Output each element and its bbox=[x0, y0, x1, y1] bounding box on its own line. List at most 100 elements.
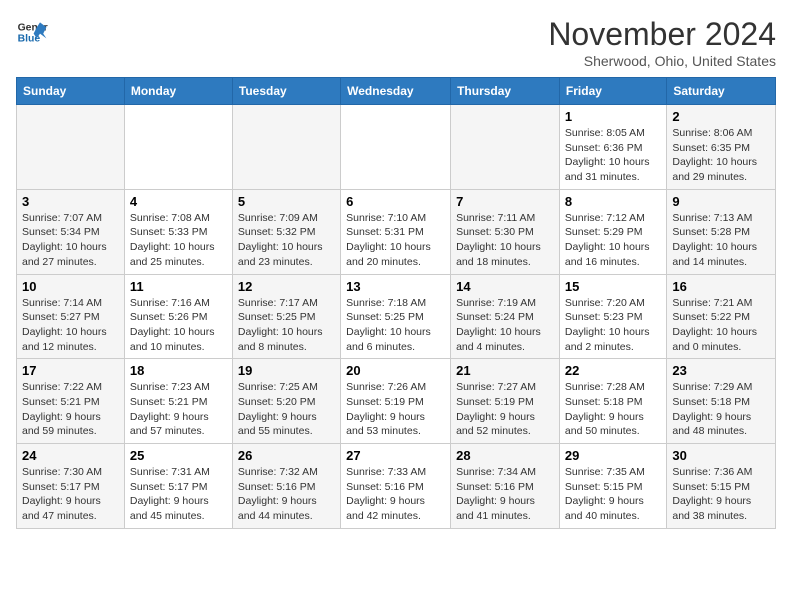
logo: General Blue bbox=[16, 16, 48, 48]
day-info: Sunrise: 7:32 AM Sunset: 5:16 PM Dayligh… bbox=[238, 465, 335, 524]
day-info: Sunrise: 7:10 AM Sunset: 5:31 PM Dayligh… bbox=[346, 211, 445, 270]
day-info: Sunrise: 7:30 AM Sunset: 5:17 PM Dayligh… bbox=[22, 465, 119, 524]
day-info: Sunrise: 7:22 AM Sunset: 5:21 PM Dayligh… bbox=[22, 380, 119, 439]
calendar-cell bbox=[341, 105, 451, 190]
calendar-cell: 2 Sunrise: 8:06 AM Sunset: 6:35 PM Daylig… bbox=[667, 105, 776, 190]
calendar-cell: 23 Sunrise: 7:29 AM Sunset: 5:18 PM Dayli… bbox=[667, 359, 776, 444]
day-number: 1 bbox=[565, 109, 661, 124]
calendar-cell bbox=[232, 105, 340, 190]
day-info: Sunrise: 7:28 AM Sunset: 5:18 PM Dayligh… bbox=[565, 380, 661, 439]
calendar-table: SundayMondayTuesdayWednesdayThursdayFrid… bbox=[16, 77, 776, 529]
day-info: Sunrise: 7:23 AM Sunset: 5:21 PM Dayligh… bbox=[130, 380, 227, 439]
day-info: Sunrise: 7:26 AM Sunset: 5:19 PM Dayligh… bbox=[346, 380, 445, 439]
day-number: 7 bbox=[456, 194, 554, 209]
day-number: 20 bbox=[346, 363, 445, 378]
calendar-cell: 9 Sunrise: 7:13 AM Sunset: 5:28 PM Daylig… bbox=[667, 189, 776, 274]
day-number: 25 bbox=[130, 448, 227, 463]
day-number: 8 bbox=[565, 194, 661, 209]
calendar-cell: 20 Sunrise: 7:26 AM Sunset: 5:19 PM Dayli… bbox=[341, 359, 451, 444]
day-info: Sunrise: 7:27 AM Sunset: 5:19 PM Dayligh… bbox=[456, 380, 554, 439]
day-info: Sunrise: 7:29 AM Sunset: 5:18 PM Dayligh… bbox=[672, 380, 770, 439]
calendar-cell: 24 Sunrise: 7:30 AM Sunset: 5:17 PM Dayli… bbox=[17, 444, 125, 529]
week-row-3: 10 Sunrise: 7:14 AM Sunset: 5:27 PM Dayli… bbox=[17, 274, 776, 359]
day-number: 23 bbox=[672, 363, 770, 378]
day-info: Sunrise: 7:20 AM Sunset: 5:23 PM Dayligh… bbox=[565, 296, 661, 355]
day-number: 27 bbox=[346, 448, 445, 463]
day-number: 13 bbox=[346, 279, 445, 294]
weekday-header-wednesday: Wednesday bbox=[341, 78, 451, 105]
day-info: Sunrise: 7:35 AM Sunset: 5:15 PM Dayligh… bbox=[565, 465, 661, 524]
week-row-2: 3Sunrise: 7:07 AM Sunset: 5:34 PM Daylig… bbox=[17, 189, 776, 274]
calendar-cell: 11Sunrise: 7:16 AM Sunset: 5:26 PM Dayli… bbox=[124, 274, 232, 359]
title-block: November 2024 Sherwood, Ohio, United Sta… bbox=[548, 16, 776, 69]
weekday-header-friday: Friday bbox=[559, 78, 666, 105]
month-title: November 2024 bbox=[548, 16, 776, 53]
calendar-cell: 8 Sunrise: 7:12 AM Sunset: 5:29 PM Daylig… bbox=[559, 189, 666, 274]
day-number: 22 bbox=[565, 363, 661, 378]
day-number: 26 bbox=[238, 448, 335, 463]
day-info: Sunrise: 7:11 AM Sunset: 5:30 PM Dayligh… bbox=[456, 211, 554, 270]
calendar-cell: 14Sunrise: 7:19 AM Sunset: 5:24 PM Dayli… bbox=[451, 274, 560, 359]
calendar-cell: 30 Sunrise: 7:36 AM Sunset: 5:15 PM Dayli… bbox=[667, 444, 776, 529]
day-info: Sunrise: 7:33 AM Sunset: 5:16 PM Dayligh… bbox=[346, 465, 445, 524]
day-number: 29 bbox=[565, 448, 661, 463]
calendar-cell bbox=[17, 105, 125, 190]
day-info: Sunrise: 7:34 AM Sunset: 5:16 PM Dayligh… bbox=[456, 465, 554, 524]
day-number: 5 bbox=[238, 194, 335, 209]
day-number: 2 bbox=[672, 109, 770, 124]
calendar-cell: 19Sunrise: 7:25 AM Sunset: 5:20 PM Dayli… bbox=[232, 359, 340, 444]
calendar-cell: 15 Sunrise: 7:20 AM Sunset: 5:23 PM Dayli… bbox=[559, 274, 666, 359]
day-number: 9 bbox=[672, 194, 770, 209]
weekday-header-tuesday: Tuesday bbox=[232, 78, 340, 105]
calendar-cell: 18Sunrise: 7:23 AM Sunset: 5:21 PM Dayli… bbox=[124, 359, 232, 444]
day-number: 12 bbox=[238, 279, 335, 294]
calendar-cell: 17 Sunrise: 7:22 AM Sunset: 5:21 PM Dayli… bbox=[17, 359, 125, 444]
calendar-cell: 12 Sunrise: 7:17 AM Sunset: 5:25 PM Dayli… bbox=[232, 274, 340, 359]
day-info: Sunrise: 7:13 AM Sunset: 5:28 PM Dayligh… bbox=[672, 211, 770, 270]
day-number: 17 bbox=[22, 363, 119, 378]
calendar-cell: 25 Sunrise: 7:31 AM Sunset: 5:17 PM Dayli… bbox=[124, 444, 232, 529]
day-info: Sunrise: 7:12 AM Sunset: 5:29 PM Dayligh… bbox=[565, 211, 661, 270]
calendar-cell: 6 Sunrise: 7:10 AM Sunset: 5:31 PM Daylig… bbox=[341, 189, 451, 274]
day-info: Sunrise: 7:36 AM Sunset: 5:15 PM Dayligh… bbox=[672, 465, 770, 524]
day-info: Sunrise: 7:21 AM Sunset: 5:22 PM Dayligh… bbox=[672, 296, 770, 355]
weekday-header-monday: Monday bbox=[124, 78, 232, 105]
calendar-cell: 16 Sunrise: 7:21 AM Sunset: 5:22 PM Dayli… bbox=[667, 274, 776, 359]
day-number: 15 bbox=[565, 279, 661, 294]
week-row-4: 17 Sunrise: 7:22 AM Sunset: 5:21 PM Dayli… bbox=[17, 359, 776, 444]
day-number: 6 bbox=[346, 194, 445, 209]
day-info: Sunrise: 7:31 AM Sunset: 5:17 PM Dayligh… bbox=[130, 465, 227, 524]
calendar-cell: 29 Sunrise: 7:35 AM Sunset: 5:15 PM Dayli… bbox=[559, 444, 666, 529]
calendar-cell: 13 Sunrise: 7:18 AM Sunset: 5:25 PM Dayli… bbox=[341, 274, 451, 359]
day-info: Sunrise: 7:18 AM Sunset: 5:25 PM Dayligh… bbox=[346, 296, 445, 355]
day-number: 10 bbox=[22, 279, 119, 294]
calendar-cell: 3Sunrise: 7:07 AM Sunset: 5:34 PM Daylig… bbox=[17, 189, 125, 274]
day-number: 24 bbox=[22, 448, 119, 463]
week-row-5: 24 Sunrise: 7:30 AM Sunset: 5:17 PM Dayli… bbox=[17, 444, 776, 529]
calendar-cell: 10 Sunrise: 7:14 AM Sunset: 5:27 PM Dayli… bbox=[17, 274, 125, 359]
day-number: 21 bbox=[456, 363, 554, 378]
calendar-cell: 27 Sunrise: 7:33 AM Sunset: 5:16 PM Dayli… bbox=[341, 444, 451, 529]
calendar-cell: 7 Sunrise: 7:11 AM Sunset: 5:30 PM Daylig… bbox=[451, 189, 560, 274]
calendar-cell: 26 Sunrise: 7:32 AM Sunset: 5:16 PM Dayli… bbox=[232, 444, 340, 529]
day-info: Sunrise: 7:09 AM Sunset: 5:32 PM Dayligh… bbox=[238, 211, 335, 270]
day-info: Sunrise: 8:06 AM Sunset: 6:35 PM Dayligh… bbox=[672, 126, 770, 185]
day-number: 28 bbox=[456, 448, 554, 463]
weekday-header-thursday: Thursday bbox=[451, 78, 560, 105]
day-number: 16 bbox=[672, 279, 770, 294]
logo-icon: General Blue bbox=[16, 16, 48, 48]
weekday-header-saturday: Saturday bbox=[667, 78, 776, 105]
day-number: 30 bbox=[672, 448, 770, 463]
day-number: 19 bbox=[238, 363, 335, 378]
day-info: Sunrise: 7:17 AM Sunset: 5:25 PM Dayligh… bbox=[238, 296, 335, 355]
day-info: Sunrise: 7:14 AM Sunset: 5:27 PM Dayligh… bbox=[22, 296, 119, 355]
calendar-cell: 4Sunrise: 7:08 AM Sunset: 5:33 PM Daylig… bbox=[124, 189, 232, 274]
page-header: General Blue November 2024 Sherwood, Ohi… bbox=[16, 16, 776, 69]
calendar-cell: 5 Sunrise: 7:09 AM Sunset: 5:32 PM Daylig… bbox=[232, 189, 340, 274]
day-number: 14 bbox=[456, 279, 554, 294]
week-row-1: 1Sunrise: 8:05 AM Sunset: 6:36 PM Daylig… bbox=[17, 105, 776, 190]
day-number: 3 bbox=[22, 194, 119, 209]
day-number: 4 bbox=[130, 194, 227, 209]
calendar-cell: 28 Sunrise: 7:34 AM Sunset: 5:16 PM Dayli… bbox=[451, 444, 560, 529]
calendar-cell bbox=[451, 105, 560, 190]
